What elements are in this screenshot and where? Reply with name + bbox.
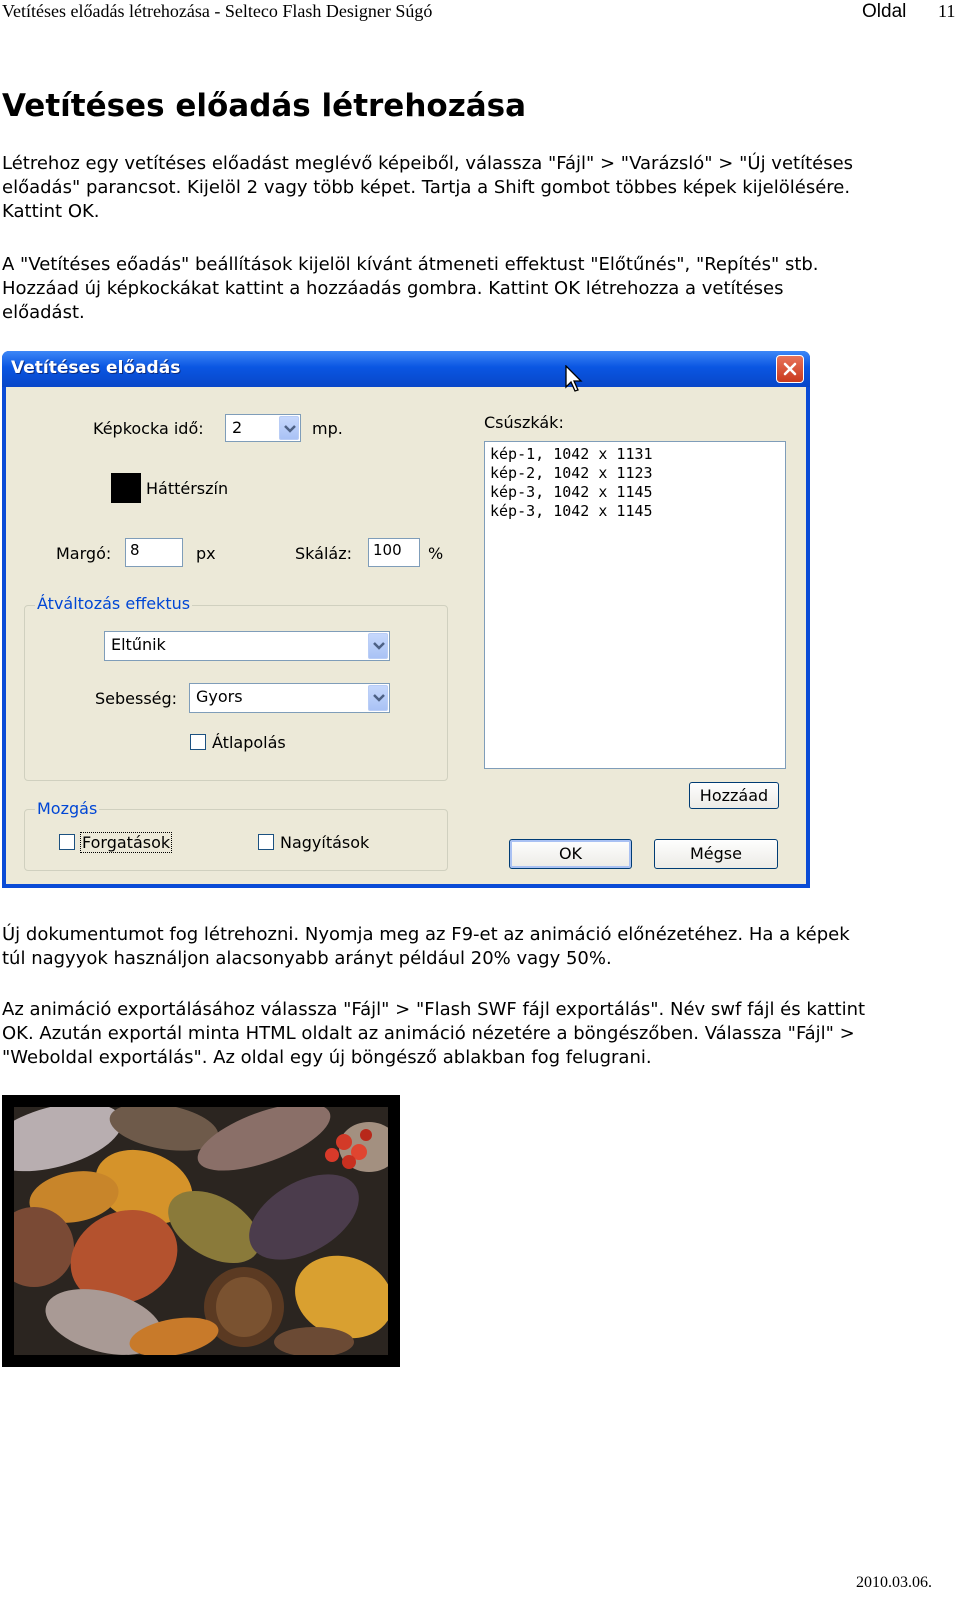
autumn-leaves-photo [14,1107,388,1355]
frame-time-label: Képkocka idő: [93,419,204,438]
blend-label: Átlapolás [212,733,286,752]
slides-listbox[interactable]: kép-1, 1042 x 1131 kép-2, 1042 x 1123 ké… [484,441,786,769]
paragraph-4-line-2: OK. Azután exportál minta HTML oldalt az… [2,1023,855,1044]
header-page-number: 11 [938,1,956,21]
mouse-pointer-icon [565,365,583,392]
add-button[interactable]: Hozzáad [689,782,779,809]
margin-label: Margó: [56,544,112,563]
paragraph-3: Új dokumentumot fog létrehozni. Nyomja m… [2,923,942,971]
transition-group-label: Átváltozás effektus [35,594,193,613]
margin-unit: px [196,544,216,563]
background-color-label: Háttérszín [146,479,229,498]
margin-input[interactable]: 8 [125,538,183,567]
chevron-down-icon [373,694,385,702]
slide-item[interactable]: kép-2, 1042 x 1123 [490,464,780,483]
header-page-label: Oldal [862,1,907,22]
cancel-button[interactable]: Mégse [654,839,778,869]
paragraph-1-line-2: előadás" parancsot. Kijelöl 2 vagy több … [2,177,851,198]
speed-value: Gyors [196,687,243,706]
paragraph-2: A "Vetítéses eőadás" beállítások kijelöl… [2,253,942,325]
chevron-down-icon [373,642,385,650]
blend-checkbox[interactable] [190,734,206,750]
paragraph-2-line-3: előadást. [2,302,85,323]
slideshow-sample-image [2,1095,400,1367]
paragraph-3-line-2: túl nagyyok használjon alacsonyabb arány… [2,948,612,969]
close-button[interactable] [776,355,804,383]
frame-time-value: 2 [232,418,243,437]
paragraph-1: Létrehoz egy vetítéses előadást meglévő … [2,152,942,224]
motion-group-label: Mozgás [35,799,100,818]
paragraph-4-line-1: Az animáció exportálásához válassza "Fáj… [2,999,866,1020]
paragraph-2-line-1: A "Vetítéses eőadás" beállítások kijelöl… [2,254,819,275]
slide-item[interactable]: kép-3, 1042 x 1145 [490,483,780,502]
speed-combo[interactable]: Gyors [189,683,390,713]
scale-label: Skáláz: [295,544,352,563]
scale-input[interactable]: 100 [368,538,420,567]
paragraph-4-line-3: "Weboldal exportálás". Az oldal egy új b… [2,1047,652,1068]
paragraph-4: Az animáció exportálásához válassza "Fáj… [2,998,942,1070]
slide-item[interactable]: kép-1, 1042 x 1131 [490,445,780,464]
paragraph-1-line-3: Kattint OK. [2,201,100,222]
slides-label: Csúszkák: [484,413,564,432]
speed-dropdown-button[interactable] [368,685,388,711]
dialog-titlebar[interactable]: Vetítéses előadás [2,351,810,387]
footer-date: 2010.03.06. [856,1574,932,1591]
speed-label: Sebesség: [95,689,178,708]
frame-time-dropdown-button[interactable] [279,416,299,440]
slideshow-dialog: Vetítéses előadás Képkocka idő: 2 mp. Há… [2,351,810,888]
frame-time-unit: mp. [312,419,343,438]
transition-dropdown-button[interactable] [368,633,388,659]
transition-effect-value: Eltűnik [111,635,166,654]
background-color-swatch[interactable] [111,473,141,503]
ok-button[interactable]: OK [509,839,632,869]
paragraph-3-line-1: Új dokumentumot fog létrehozni. Nyomja m… [2,924,850,945]
dialog-body: Képkocka idő: 2 mp. Háttérszín Margó: 8 … [6,387,806,884]
scale-unit: % [428,544,444,563]
header-doc-title: Vetítéses előadás létrehozása - Selteco … [2,1,433,21]
paragraph-2-line-2: Hozzáad új képkockákat kattint a hozzáad… [2,278,784,299]
frame-time-combo[interactable]: 2 [225,414,301,442]
dialog-title: Vetítéses előadás [11,358,181,378]
paragraph-1-line-1: Létrehoz egy vetítéses előadást meglévő … [2,153,854,174]
zooms-label: Nagyítások [280,833,370,852]
rotations-label: Forgatások [80,832,173,853]
page-heading: Vetítéses előadás létrehozása [2,88,527,124]
close-icon [783,362,797,376]
chevron-down-icon [284,425,296,433]
rotations-checkbox[interactable] [59,834,75,850]
zooms-checkbox[interactable] [258,834,274,850]
slide-item[interactable]: kép-3, 1042 x 1145 [490,502,780,521]
transition-effect-combo[interactable]: Eltűnik [104,631,390,661]
